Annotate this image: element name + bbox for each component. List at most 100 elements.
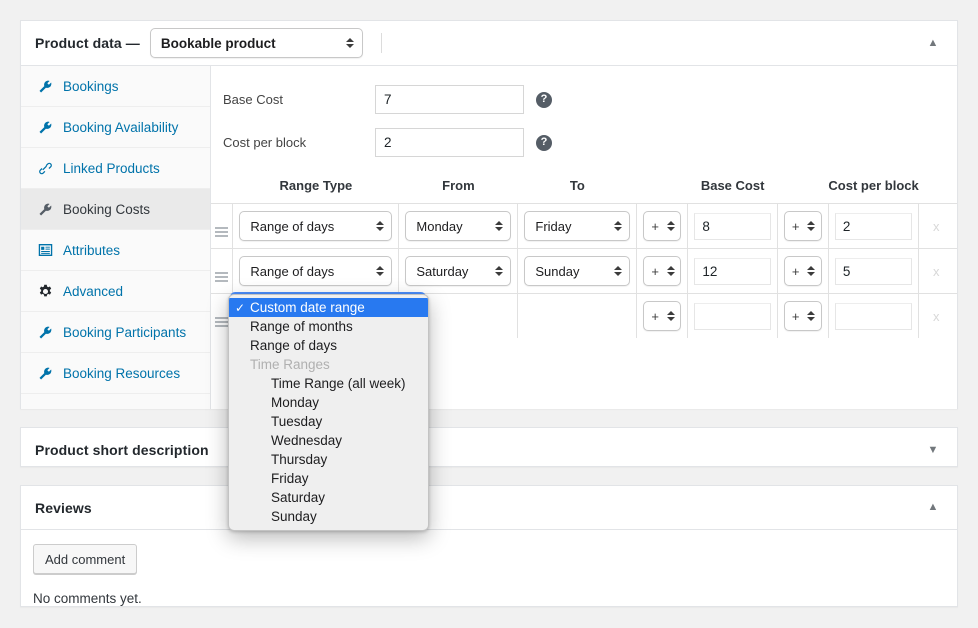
row-drag-handle-cell[interactable] [211,249,233,294]
remove-row-button[interactable]: x [925,309,947,324]
col-range-type-header: Range Type [233,170,399,204]
drag-handle-icon[interactable] [215,227,228,237]
block-cost-operator-cell: + [777,294,828,339]
chevron-updown-icon [375,218,384,234]
short-description-collapse-toggle[interactable]: ▼ [921,438,945,462]
sidebar-item-advanced[interactable]: Advanced [21,271,210,312]
dropdown-option[interactable]: Sunday [229,507,428,526]
row-block-cost-input[interactable] [835,258,912,285]
product-type-value: Bookable product [161,36,276,51]
help-icon[interactable]: ? [536,135,552,151]
wrench-icon [36,365,54,381]
base-cost-label: Base Cost [223,92,375,107]
base-cost-operator-value: + [651,310,659,323]
from-cell: Monday [399,204,518,249]
short-description-title: Product short description [35,442,209,458]
block-cost-operator-select[interactable]: + [784,301,822,331]
range-type-select[interactable]: Range of days [239,256,392,286]
table-row: Range of days Saturday [211,249,957,294]
block-cost-operator-select[interactable]: + [784,256,822,286]
drag-handle-icon[interactable] [215,272,228,282]
base-cost-input[interactable] [375,85,524,114]
sidebar-item-label: Attributes [63,243,120,258]
chevron-updown-icon [807,263,816,279]
dropdown-option[interactable]: Monday [229,393,428,412]
chevron-updown-icon [666,218,675,234]
from-value: Monday [416,219,462,234]
drag-handle-icon[interactable] [215,317,228,327]
remove-cell: x [919,249,957,294]
short-description-header[interactable]: Product short description ▼ [21,428,957,472]
sidebar-item-booking-resources[interactable]: Booking Resources [21,353,210,394]
base-cost-operator-select[interactable]: + [643,301,681,331]
dropdown-option[interactable]: Time Range (all week) [229,374,428,393]
range-type-cell: Range of days [233,204,399,249]
from-cell: Saturday [399,249,518,294]
help-icon[interactable]: ? [536,92,552,108]
dropdown-option[interactable]: Tuesday [229,412,428,431]
block-cost-cell [828,294,918,339]
product-type-select[interactable]: Bookable product [150,28,363,58]
sidebar-item-booking-availability[interactable]: Booking Availability [21,107,210,148]
table-row: Range of days Monday [211,204,957,249]
no-comments-text: No comments yet. [33,591,957,606]
row-base-cost-input[interactable] [694,303,770,330]
base-cost-operator-select[interactable]: + [643,211,681,241]
row-base-cost-input[interactable] [694,213,770,240]
chevron-updown-icon [346,35,355,51]
dropdown-option-label: Range of days [250,338,337,353]
to-select[interactable]: Sunday [524,256,630,286]
dropdown-option[interactable]: Friday [229,469,428,488]
chevron-updown-icon [807,218,816,234]
dropdown-option[interactable]: Range of months [229,317,428,336]
product-data-header: Product data — Bookable product ▲ [21,21,957,66]
col-base-cost-header: Base Cost [688,170,777,204]
from-select[interactable]: Monday [405,211,511,241]
to-value: Sunday [535,264,579,279]
to-select[interactable]: Friday [524,211,630,241]
cost-per-block-field-row: Cost per block ? [211,128,957,157]
sidebar-item-label: Bookings [63,79,119,94]
dropdown-option[interactable]: Thursday [229,450,428,469]
add-comment-button[interactable]: Add comment [33,544,137,574]
panel-collapse-toggle[interactable]: ▲ [921,31,945,55]
dropdown-option-label: Saturday [271,490,325,505]
reviews-collapse-toggle[interactable]: ▲ [921,496,945,520]
dropdown-option[interactable]: Range of days [229,336,428,355]
col-to-header: To [518,170,637,204]
base-cost-operator-select[interactable]: + [643,256,681,286]
product-data-tabs: Bookings Booking Availability Linked Pro… [21,66,211,409]
sidebar-item-label: Advanced [63,284,123,299]
row-base-cost-input[interactable] [694,258,770,285]
block-cost-operator-value: + [792,265,800,278]
sidebar-item-bookings[interactable]: Bookings [21,66,210,107]
product-data-panel: Product data — Bookable product ▲ Bookin… [20,20,958,409]
sidebar-item-booking-participants[interactable]: Booking Participants [21,312,210,353]
block-cost-operator-select[interactable]: + [784,211,822,241]
remove-row-button[interactable]: x [925,264,947,279]
reviews-header[interactable]: Reviews ▲ [21,486,957,530]
row-block-cost-input[interactable] [835,303,912,330]
sidebar-item-attributes[interactable]: Attributes [21,230,210,271]
from-select[interactable]: Saturday [405,256,511,286]
to-cell: Sunday [518,249,637,294]
range-type-dropdown-menu[interactable]: ✓Custom date range Range of months Range o… [228,294,429,531]
chevron-updown-icon [613,263,622,279]
base-cost-cell [688,204,777,249]
sidebar-item-linked-products[interactable]: Linked Products [21,148,210,189]
row-drag-handle-cell[interactable] [211,204,233,249]
chevron-updown-icon [666,308,675,324]
dropdown-option-label: Range of months [250,319,353,334]
row-block-cost-input[interactable] [835,213,912,240]
block-cost-operator-value: + [792,220,800,233]
range-type-cell: Range of days [233,249,399,294]
range-type-select[interactable]: Range of days [239,211,392,241]
sidebar-item-booking-costs[interactable]: Booking Costs [21,189,210,230]
dropdown-option[interactable]: Saturday [229,488,428,507]
cost-per-block-input[interactable] [375,128,524,157]
to-cell: Friday [518,204,637,249]
remove-row-button[interactable]: x [925,219,947,234]
dropdown-option[interactable]: Wednesday [229,431,428,450]
dropdown-option[interactable]: ✓Custom date range [229,298,428,317]
table-header-row: Range Type From To Base Cost Cost per bl… [211,170,957,204]
